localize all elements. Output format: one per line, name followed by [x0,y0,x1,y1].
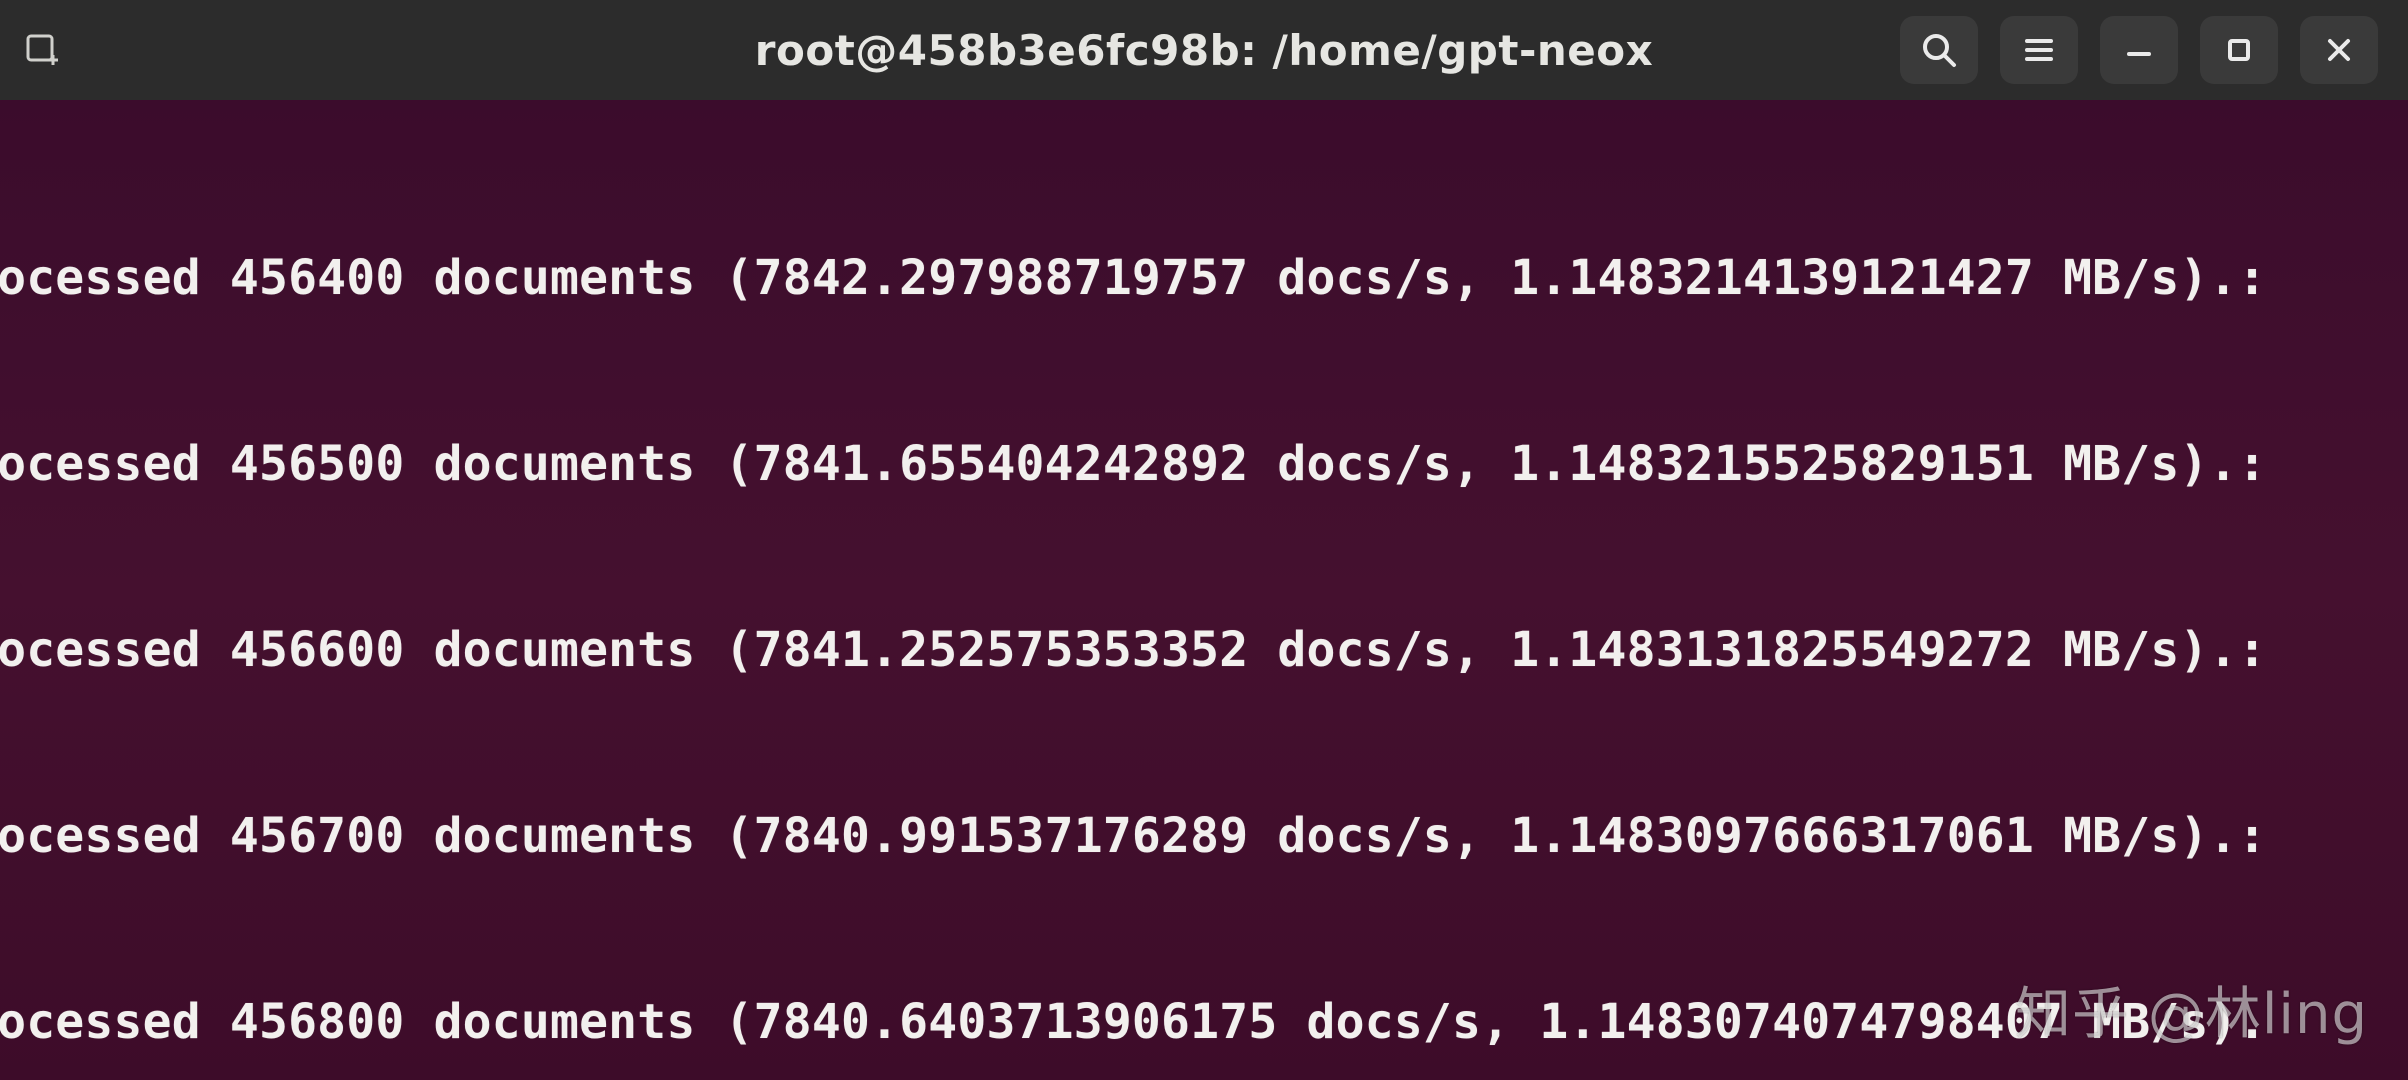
close-icon [2319,30,2359,70]
search-icon [1919,30,1959,70]
maximize-button[interactable] [2200,16,2278,84]
titlebar-right [1900,16,2408,84]
terminal-line: rocessed 456700 documents (7840.99153717… [0,806,2408,866]
new-tab-icon [22,30,62,70]
terminal-window: root@458b3e6fc98b: /home/gpt-neox [0,0,2408,1080]
hamburger-icon [2019,30,2059,70]
minimize-icon [2119,30,2159,70]
terminal-line: rocessed 456500 documents (7841.65540424… [0,434,2408,494]
new-tab-button[interactable] [14,20,70,80]
titlebar: root@458b3e6fc98b: /home/gpt-neox [0,0,2408,100]
minimize-button[interactable] [2100,16,2178,84]
terminal-line: rocessed 456600 documents (7841.25257535… [0,620,2408,680]
titlebar-left [0,20,70,80]
search-button[interactable] [1900,16,1978,84]
maximize-icon [2219,30,2259,70]
terminal-output[interactable]: rocessed 456400 documents (7842.29798871… [0,100,2408,1080]
terminal-line: rocessed 456800 documents (7840.64037139… [0,992,2408,1052]
terminal-line: rocessed 456400 documents (7842.29798871… [0,248,2408,308]
window-title: root@458b3e6fc98b: /home/gpt-neox [755,26,1653,75]
menu-button[interactable] [2000,16,2078,84]
close-button[interactable] [2300,16,2378,84]
